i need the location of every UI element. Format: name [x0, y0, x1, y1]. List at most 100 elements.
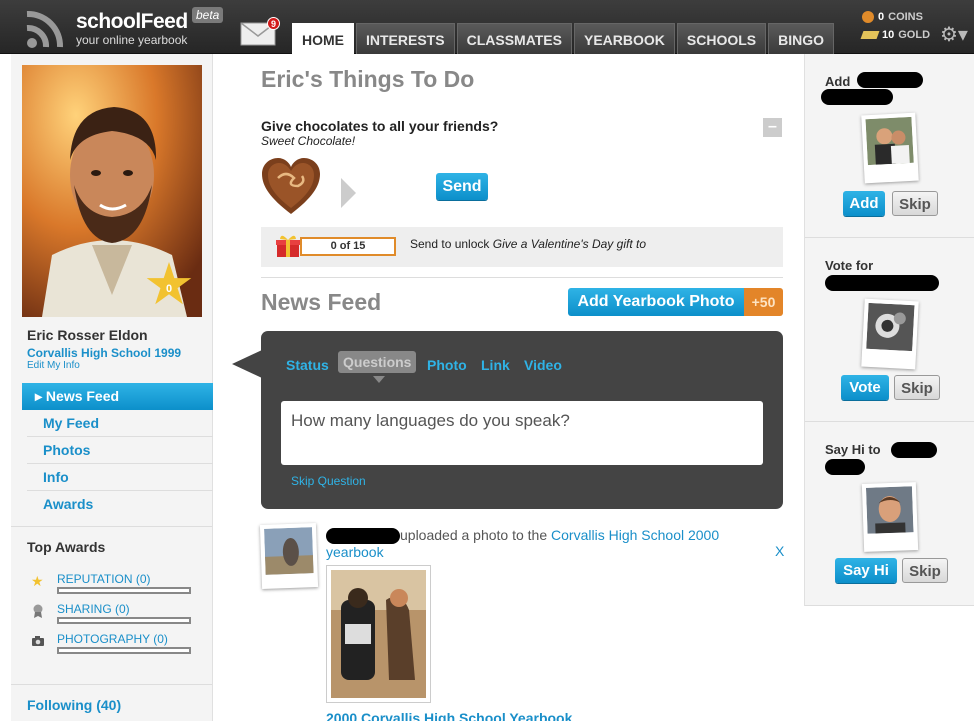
say-hi-suggestion: Say Hi to Say Hi Skip — [805, 422, 974, 606]
edit-info-link[interactable]: Edit My Info — [27, 360, 80, 371]
award-sharing: SHARING (0) — [31, 602, 211, 626]
skip-question-link[interactable]: Skip Question — [291, 474, 366, 488]
gold-label: GOLD — [898, 29, 931, 41]
task-subtitle: Sweet Chocolate! — [261, 134, 356, 148]
vote-label: Vote for — [825, 258, 874, 273]
feed-photo[interactable] — [326, 565, 431, 703]
todo-title: Eric's Things To Do — [261, 66, 475, 92]
close-icon[interactable]: X — [775, 543, 784, 559]
redacted-name — [326, 528, 400, 545]
progress-counter: 0 of 15 — [300, 237, 396, 256]
feed-avatar[interactable] — [259, 523, 319, 589]
gift-icon — [276, 235, 300, 257]
profile-nav: ▸ News Feed My Feed Photos Info Awards — [22, 383, 213, 518]
top-bar: schoolFeed beta your online yearbook 9 H… — [0, 0, 974, 54]
say-hi-person-photo[interactable] — [861, 482, 919, 552]
award-label[interactable]: SHARING (0) — [57, 602, 130, 616]
question-input[interactable]: How many languages do you speak? — [281, 401, 763, 465]
gold-value: 10 — [882, 29, 895, 41]
following-link[interactable]: Following (40) — [27, 697, 121, 713]
add-yearbook-photo-button[interactable]: Add Yearbook Photo +50 — [568, 288, 783, 316]
nav-info[interactable]: Info — [27, 464, 213, 491]
tab-classmates[interactable]: CLASSMATES — [456, 23, 572, 54]
coin-icon — [862, 11, 874, 23]
divider — [11, 684, 212, 685]
add-photo-label: Add Yearbook Photo — [568, 288, 744, 316]
add-photo-bonus: +50 — [744, 288, 783, 316]
tab-schools[interactable]: SCHOOLS — [676, 23, 767, 54]
mail-count-badge: 9 — [267, 17, 280, 30]
unlock-prefix: Send to unlock — [410, 237, 493, 251]
say-hi-button[interactable]: Say Hi — [835, 558, 897, 583]
composer-pointer — [232, 350, 262, 378]
award-label[interactable]: PHOTOGRAPHY (0) — [57, 632, 168, 646]
award-reputation: ★ REPUTATION (0) — [31, 572, 211, 596]
composer-tab-link[interactable]: Link — [481, 357, 510, 373]
arrow-icon — [341, 178, 356, 208]
camera-icon — [32, 636, 44, 646]
feed-item-text: uploaded a photo to the Corvallis High S… — [326, 527, 746, 560]
composer-tab-status[interactable]: Status — [286, 357, 329, 373]
unlock-item: Give a Valentine's Day gift to — [492, 237, 646, 251]
nav-label: News Feed — [45, 388, 120, 404]
nav-news-feed[interactable]: ▸ News Feed — [22, 383, 213, 410]
skip-button[interactable]: Skip — [892, 191, 938, 216]
main-tabs: HOME INTERESTS CLASSMATES YEARBOOK SCHOO… — [292, 23, 835, 54]
skip-button[interactable]: Skip — [902, 558, 948, 583]
unlock-text: Send to unlock Give a Valentine's Day gi… — [410, 237, 646, 251]
left-sidebar: ★ 0 Eric Rosser Eldon Corvallis High Sch… — [11, 54, 213, 721]
award-progress-bar — [57, 587, 191, 594]
star-icon: ★ — [31, 573, 44, 589]
coins-label: COINS — [888, 11, 923, 23]
tab-interests[interactable]: INTERESTS — [356, 23, 455, 54]
tab-bingo[interactable]: BINGO — [768, 23, 835, 54]
redacted-name — [825, 459, 865, 475]
divider — [261, 277, 783, 278]
vote-suggestion: Vote for Vote Skip — [805, 238, 974, 422]
redacted-name — [891, 442, 937, 458]
right-sidebar: Add Add Skip Vote for Vote Skip Say Hi t… — [804, 54, 974, 606]
composer-tab-photo[interactable]: Photo — [427, 357, 467, 373]
skip-button[interactable]: Skip — [894, 375, 940, 400]
tab-home[interactable]: HOME — [292, 23, 354, 54]
redacted-name — [857, 72, 923, 88]
add-person-photo[interactable] — [861, 112, 919, 184]
profile-school-link[interactable]: Corvallis High School 1999 — [27, 346, 181, 360]
feed-caption-link[interactable]: 2000 Corvallis High School Yearbook — [326, 710, 572, 721]
composer-tab-questions[interactable]: Questions — [338, 351, 417, 373]
logo-tagline: your online yearbook — [76, 33, 188, 47]
collapse-button[interactable]: – — [763, 118, 782, 137]
vote-person-photo[interactable] — [861, 298, 919, 370]
nav-awards[interactable]: Awards — [27, 491, 213, 518]
award-progress-bar — [57, 617, 191, 624]
ribbon-icon — [33, 604, 43, 618]
unlock-panel: 0 of 15 Send to unlock Give a Valentine'… — [261, 227, 783, 267]
nav-photos[interactable]: Photos — [27, 437, 213, 464]
nav-my-feed[interactable]: My Feed — [27, 410, 213, 437]
news-feed-title: News Feed — [261, 289, 382, 315]
add-suggestion: Add Add Skip — [805, 54, 974, 238]
awards-title: Top Awards — [27, 539, 106, 555]
say-hi-label: Say Hi to — [825, 442, 881, 457]
award-progress-bar — [57, 647, 191, 654]
currency-display: 0 COINS 10 GOLD — [860, 8, 931, 44]
beta-badge: beta — [192, 7, 224, 23]
send-button[interactable]: Send — [436, 173, 488, 200]
vote-button[interactable]: Vote — [841, 375, 889, 400]
profile-name: Eric Rosser Eldon — [27, 327, 148, 343]
logo-wifi-icon[interactable] — [24, 6, 70, 50]
add-button[interactable]: Add — [843, 191, 885, 216]
star-count: 0 — [166, 283, 173, 295]
coins-value: 0 — [878, 11, 885, 23]
composer-tab-video[interactable]: Video — [524, 357, 562, 373]
award-photography: PHOTOGRAPHY (0) — [31, 632, 211, 656]
chocolate-heart-icon — [262, 158, 320, 214]
status-composer: Status Questions Photo Link Video How ma… — [261, 331, 783, 509]
redacted-name — [825, 275, 939, 291]
add-label: Add — [825, 74, 851, 89]
award-label[interactable]: REPUTATION (0) — [57, 572, 151, 586]
gear-icon[interactable]: ⚙▾ — [940, 22, 968, 47]
tab-yearbook[interactable]: YEARBOOK — [574, 23, 675, 54]
logo-name[interactable]: schoolFeed — [76, 10, 188, 34]
redacted-name — [821, 89, 893, 105]
